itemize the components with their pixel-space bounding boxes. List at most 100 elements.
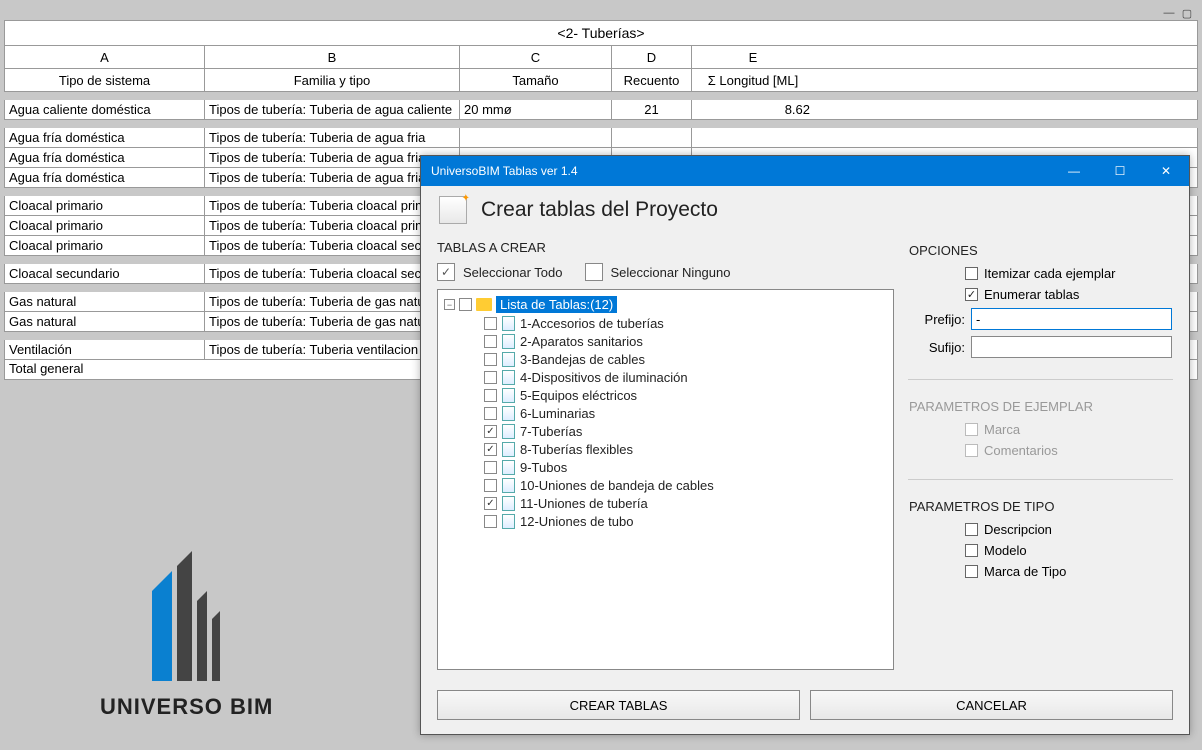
tree-item[interactable]: 9-Tubos [484,460,887,475]
tree-item-label: 9-Tubos [520,460,567,475]
cell[interactable]: Gas natural [5,292,205,311]
tree-item[interactable]: 4-Dispositivos de iluminación [484,370,887,385]
root-checkbox[interactable] [459,298,472,311]
cell[interactable]: Cloacal secundario [5,264,205,283]
tree-item[interactable]: 6-Luminarias [484,406,887,421]
tree-item[interactable]: 11-Uniones de tubería [484,496,887,511]
cell[interactable]: Tipos de tubería: Tuberia de agua calien… [205,100,460,119]
tree-item-checkbox[interactable] [484,407,497,420]
enumerar-label: Enumerar tablas [984,287,1079,302]
tree-item-checkbox[interactable] [484,497,497,510]
document-icon [502,388,515,403]
marcatipo-label: Marca de Tipo [984,564,1066,579]
tree-item-label: 1-Accesorios de tuberías [520,316,664,331]
tree-item-checkbox[interactable] [484,479,497,492]
tree-item-label: 3-Bandejas de cables [520,352,645,367]
document-icon [502,316,515,331]
tree-root[interactable]: − Lista de Tablas:(12) [444,296,887,313]
document-icon [502,334,515,349]
cancelar-button[interactable]: CANCELAR [810,690,1173,720]
tree-item-checkbox[interactable] [484,389,497,402]
tree-item-label: 12-Uniones de tubo [520,514,633,529]
cell[interactable]: Cloacal primario [5,236,205,255]
cell[interactable]: Gas natural [5,312,205,331]
col-letter: A [5,46,205,68]
itemizar-checkbox[interactable] [965,267,978,280]
col-letter: D [612,46,692,68]
close-button[interactable]: ✕ [1143,156,1189,186]
tree-item[interactable]: 2-Aparatos sanitarios [484,334,887,349]
tree-item[interactable]: 7-Tuberías [484,424,887,439]
field-name: Tamaño [460,69,612,91]
tables-tree[interactable]: − Lista de Tablas:(12) 1-Accesorios de t… [437,289,894,670]
tree-item[interactable]: 5-Equipos eléctricos [484,388,887,403]
cell[interactable] [460,128,612,147]
param-tipo-label: PARAMETROS DE TIPO [909,499,1172,514]
table-row[interactable]: Agua caliente domésticaTipos de tubería:… [4,100,1198,120]
document-icon [502,442,515,457]
descripcion-checkbox[interactable] [965,523,978,536]
tablas-section-label: TABLAS A CREAR [437,240,894,255]
tree-item-checkbox[interactable] [484,353,497,366]
minimize-icon[interactable]: — [1162,6,1176,20]
tree-item[interactable]: 8-Tuberías flexibles [484,442,887,457]
cell[interactable]: 8.62 [692,100,814,119]
collapse-icon[interactable]: − [444,299,455,310]
cell[interactable] [612,128,692,147]
select-all-button[interactable]: Seleccionar Todo [463,265,563,280]
cell[interactable]: Agua caliente doméstica [5,100,205,119]
cell[interactable] [692,128,814,147]
select-all-icon[interactable] [437,263,455,281]
cell[interactable]: Agua fría doméstica [5,128,205,147]
cell[interactable]: Cloacal primario [5,216,205,235]
descripcion-label: Descripcion [984,522,1052,537]
minimize-button[interactable]: — [1051,156,1097,186]
col-letter: C [460,46,612,68]
marca-checkbox [965,423,978,436]
select-none-button[interactable]: Seleccionar Ninguno [611,265,731,280]
itemizar-label: Itemizar cada ejemplar [984,266,1116,281]
cell[interactable]: 20 mmø [460,100,612,119]
cell[interactable]: Cloacal primario [5,196,205,215]
tree-item[interactable]: 1-Accesorios de tuberías [484,316,887,331]
cell[interactable]: Ventilación [5,340,205,359]
cell[interactable]: Agua fría doméstica [5,168,205,187]
tree-item-checkbox[interactable] [484,461,497,474]
tree-item-checkbox[interactable] [484,443,497,456]
prefijo-input[interactable] [971,308,1172,330]
create-tables-dialog: UniversoBIM Tablas ver 1.4 — ☐ ✕ Crear t… [420,155,1190,735]
tree-item-checkbox[interactable] [484,317,497,330]
field-name: Σ Longitud [ML] [692,69,814,91]
enumerar-checkbox[interactable] [965,288,978,301]
maximize-button[interactable]: ☐ [1097,156,1143,186]
folder-icon [476,298,492,311]
field-name: Familia y tipo [205,69,460,91]
field-name: Tipo de sistema [5,69,205,91]
crear-button[interactable]: CREAR TABLAS [437,690,800,720]
col-letter: E [692,46,814,68]
cell[interactable]: Agua fría doméstica [5,148,205,167]
document-icon [502,370,515,385]
tree-item-checkbox[interactable] [484,335,497,348]
tree-item-checkbox[interactable] [484,515,497,528]
tree-item-checkbox[interactable] [484,425,497,438]
document-icon [502,406,515,421]
tree-item-checkbox[interactable] [484,371,497,384]
schedule-title: <2- Tuberías> [4,20,1198,46]
table-row[interactable]: Agua fría domésticaTipos de tubería: Tub… [4,128,1198,148]
select-none-icon[interactable] [585,263,603,281]
modelo-checkbox[interactable] [965,544,978,557]
root-label[interactable]: Lista de Tablas:(12) [496,296,617,313]
cell[interactable]: 21 [612,100,692,119]
dialog-titlebar[interactable]: UniversoBIM Tablas ver 1.4 — ☐ ✕ [421,156,1189,186]
tree-item[interactable]: 10-Uniones de bandeja de cables [484,478,887,493]
parent-window-controls: — ▢ [1162,6,1194,20]
cell[interactable]: Tipos de tubería: Tuberia de agua fria [205,128,460,147]
tree-item[interactable]: 3-Bandejas de cables [484,352,887,367]
marcatipo-checkbox[interactable] [965,565,978,578]
document-icon [502,460,515,475]
restore-icon[interactable]: ▢ [1180,6,1194,20]
document-icon [502,424,515,439]
tree-item[interactable]: 12-Uniones de tubo [484,514,887,529]
sufijo-input[interactable] [971,336,1172,358]
